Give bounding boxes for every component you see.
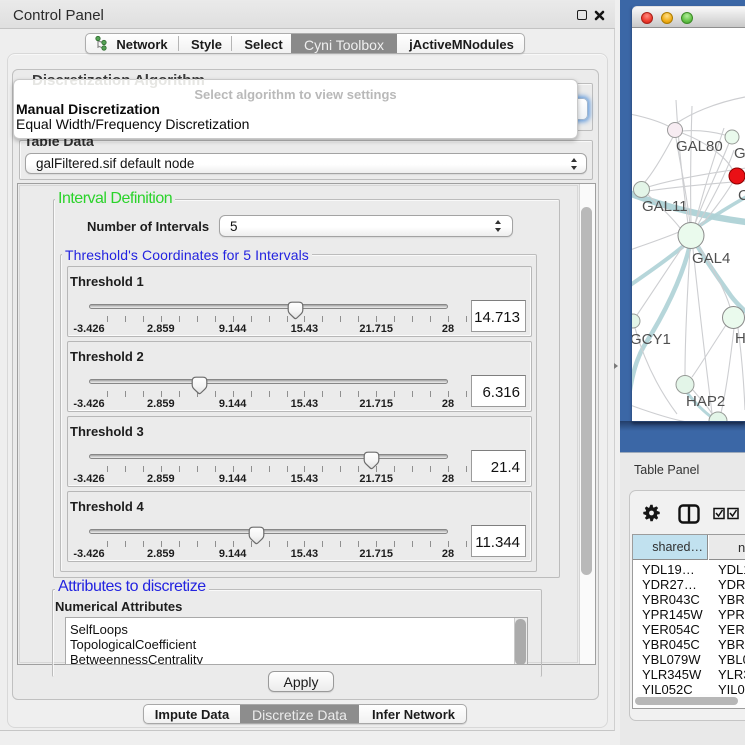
svg-text:GAL80: GAL80: [676, 138, 723, 155]
svg-text:GCY1: GCY1: [632, 331, 671, 348]
svg-text:C: C: [738, 187, 745, 204]
svg-text:HAP2: HAP2: [686, 393, 725, 410]
svg-text:GAL4: GAL4: [692, 250, 730, 267]
svg-text:GAL11: GAL11: [642, 198, 688, 215]
svg-text:H: H: [735, 330, 745, 347]
svg-text:GAL1: GAL1: [734, 145, 745, 162]
